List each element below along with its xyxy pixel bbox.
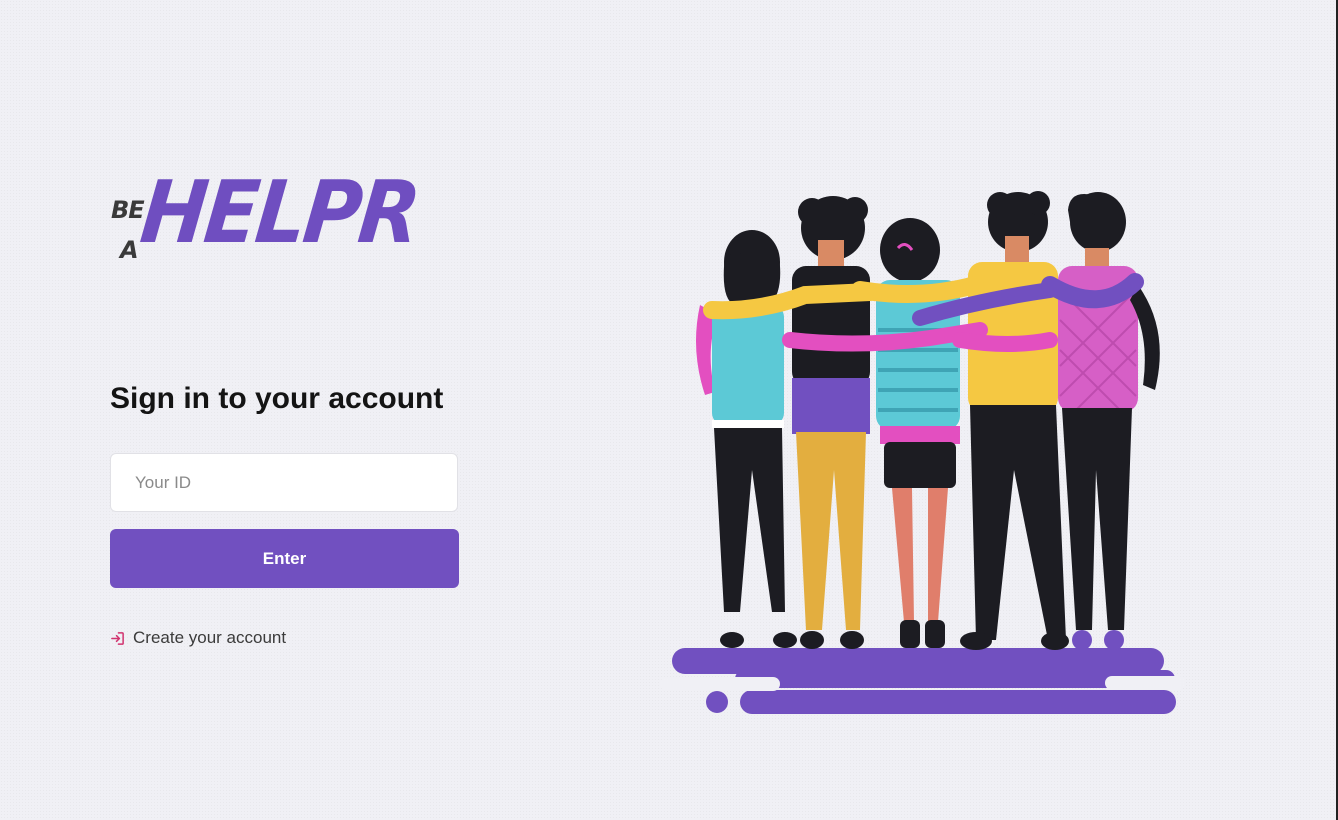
logo: BE A HELPR [108, 163, 423, 283]
id-input[interactable] [110, 453, 458, 512]
page-title: Sign in to your account [110, 382, 444, 415]
sign-in-arrow-icon [110, 631, 125, 646]
person-2 [792, 196, 870, 649]
person-5 [1058, 192, 1160, 650]
person-1 [696, 230, 797, 648]
logo-be-text: BE [111, 196, 145, 224]
create-account-label: Create your account [133, 628, 287, 647]
logo-helpr-text: HELPR [136, 163, 423, 263]
enter-button[interactable]: Enter [110, 529, 459, 588]
create-account-link[interactable]: Create your account [110, 628, 286, 648]
friends-group-illustration [660, 191, 1185, 714]
logo-a-text: A [120, 236, 139, 264]
person-4 [960, 191, 1069, 650]
